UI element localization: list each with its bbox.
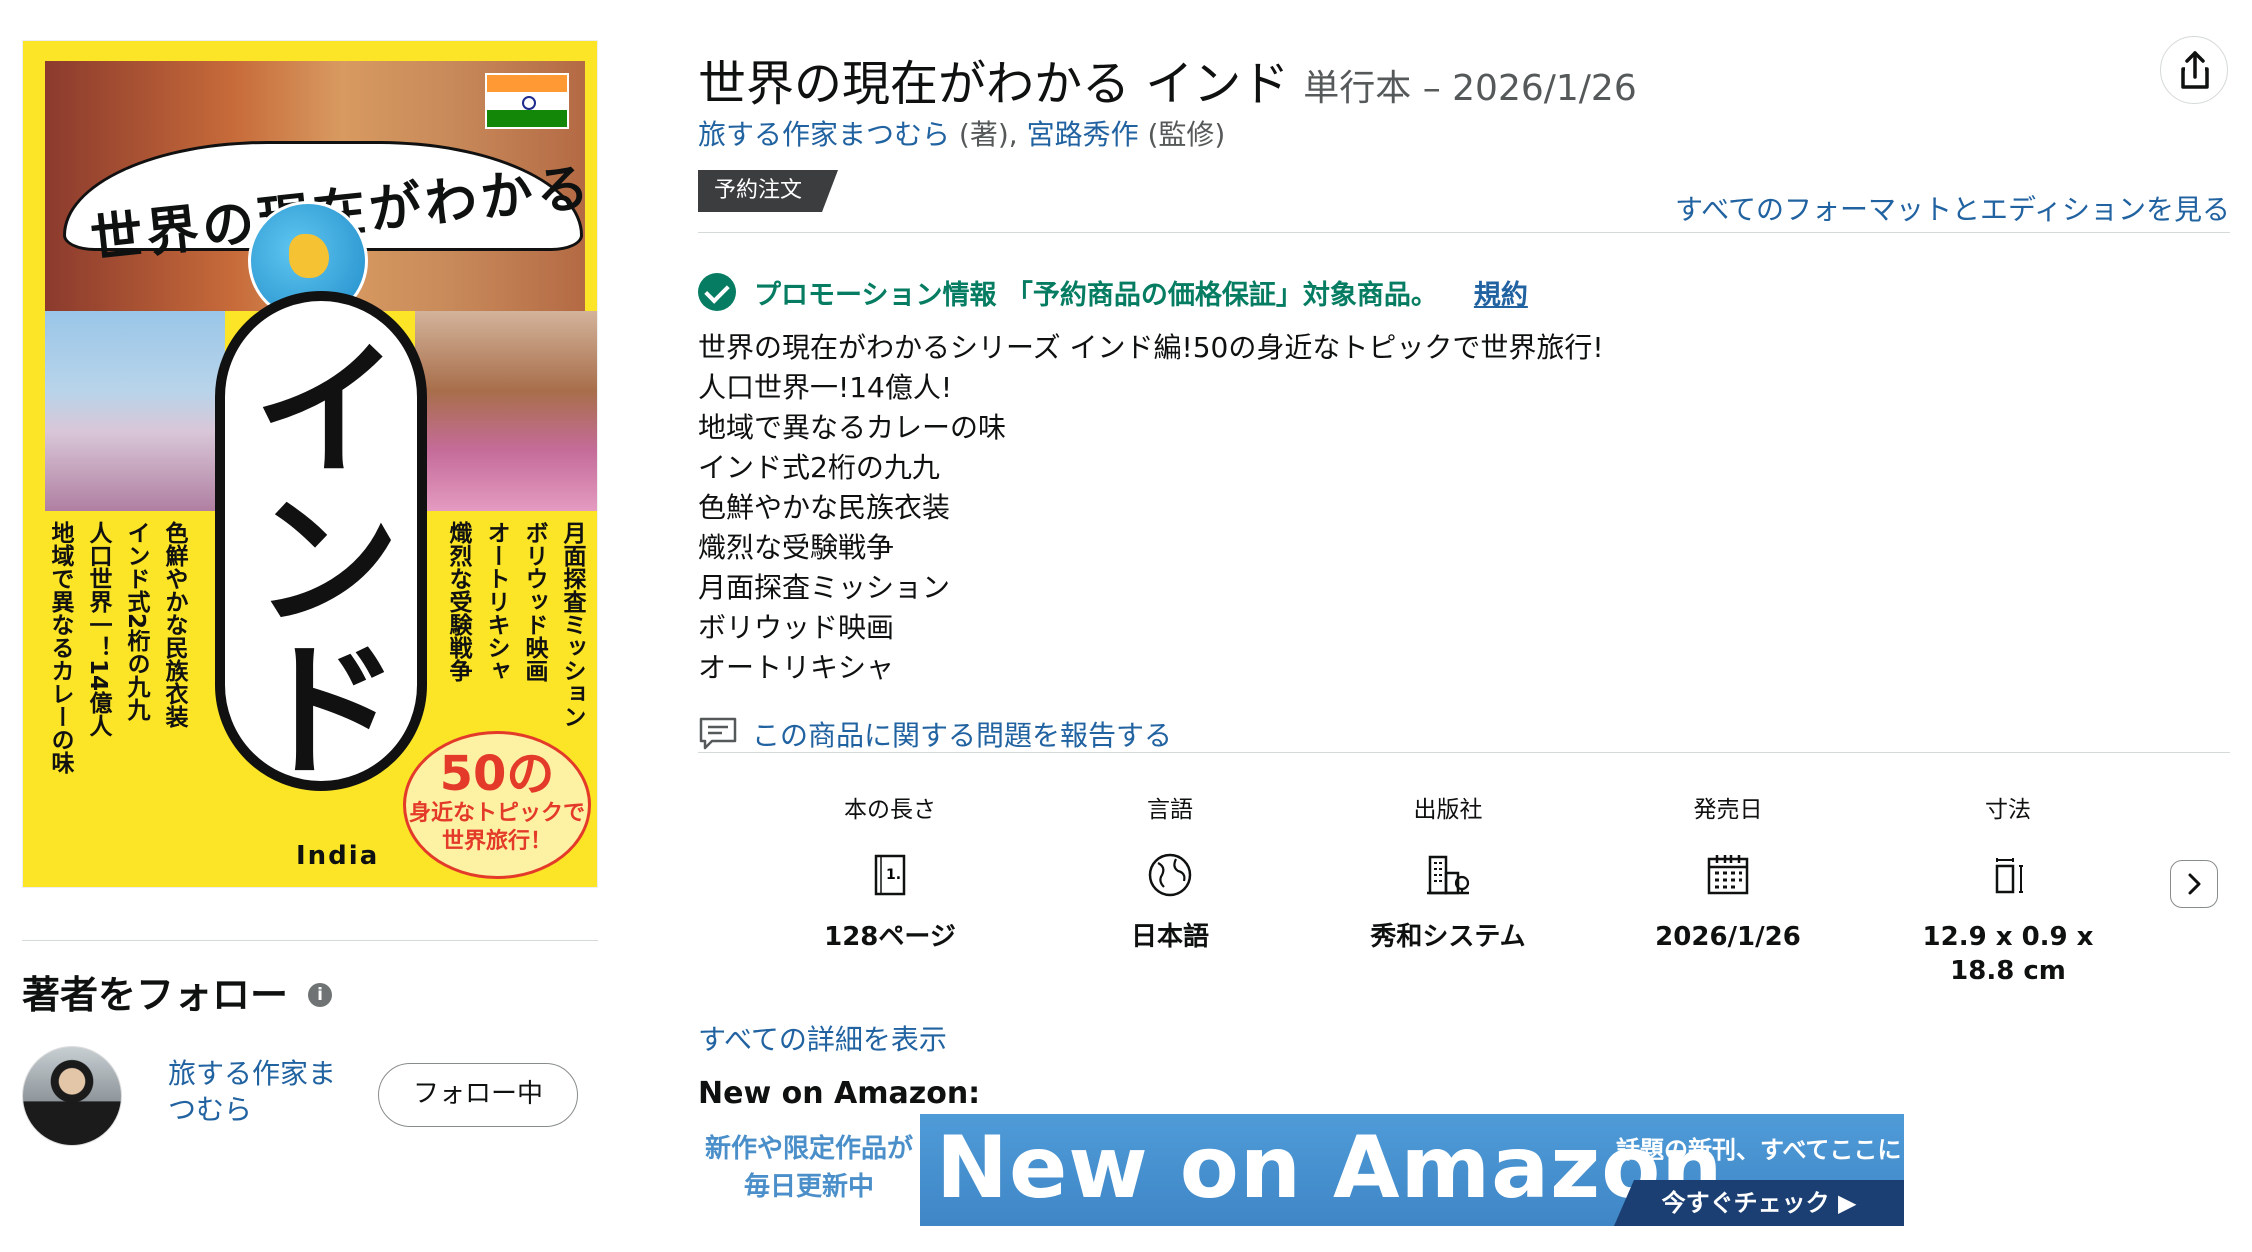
building-icon — [1427, 855, 1470, 895]
spec-dimensions[interactable]: 寸法 12.9 x 0.9 x 18.8 cm — [1908, 790, 2108, 988]
spec-publisher[interactable]: 出版社 秀和システム — [1348, 790, 1548, 954]
author-role-2: (監修) — [1138, 118, 1226, 151]
promotion-row: プロモーション情報 「予約商品の価格保証」対象商品。 規約 — [698, 272, 1528, 312]
description-line: ボリウッド映画 — [698, 611, 895, 644]
product-specs-carousel: 本の長さ 1. 128ページ 言語 日本語 出版社 秀和システム 発売日 202… — [790, 790, 2190, 1010]
author-name-link[interactable]: 旅する作家まつむら — [168, 1056, 348, 1128]
promotion-text: プロモーション情報 「予約商品の価格保証」対象商品。 — [754, 279, 1438, 311]
share-button[interactable] — [2160, 36, 2228, 104]
cover-topics-left: 色鮮やかな民族衣装 インド式2桁の九九 人口世界一！14億人 地域で異なるカレー… — [47, 521, 187, 774]
promotion-terms-link[interactable]: 規約 — [1474, 273, 1528, 312]
description-line: 人口世界一!14億人! — [698, 371, 953, 404]
banner-left-text: 新作や限定作品が 毎日更新中 — [698, 1114, 920, 1226]
description-line: インド式2桁の九九 — [698, 451, 940, 484]
description-line: 世界の現在がわかるシリーズ インド編!50の身近なトピックで世界旅行! — [698, 331, 1604, 364]
page-count-icon: 1. — [874, 854, 906, 896]
banner-main: New on Amazon 話題の新刊、すべてここに 今すぐチェック ▶ — [920, 1114, 1904, 1226]
info-icon[interactable]: i — [308, 983, 332, 1007]
author-link-1[interactable]: 旅する作家まつむら — [698, 118, 950, 151]
description-line: 熾烈な受験戦争 — [698, 531, 895, 564]
check-circle-icon — [698, 273, 736, 311]
book-cover-image[interactable]: 世界の現在がわかる インド 色鮮やかな民族衣装 インド式2桁の九九 人口世界一！… — [22, 40, 598, 888]
product-title: 世界の現在がわかる インド — [698, 56, 1290, 112]
show-all-details-link[interactable]: すべての詳細を表示 — [698, 1018, 947, 1058]
dimensions-icon — [1995, 858, 2023, 894]
new-on-amazon-heading: New on Amazon: — [698, 1076, 981, 1111]
divider — [698, 232, 2230, 233]
description-line: 地域で異なるカレーの味 — [698, 411, 1007, 444]
author-link-2[interactable]: 宮路秀作 — [1027, 118, 1139, 151]
author-role-1: (著), — [950, 118, 1027, 151]
spec-language[interactable]: 言語 日本語 — [1070, 790, 1270, 954]
cover-india-label: India — [296, 841, 380, 871]
spec-page-count[interactable]: 本の長さ 1. 128ページ — [790, 790, 990, 954]
cover-photo-girls — [415, 311, 597, 511]
feedback-icon — [699, 717, 737, 750]
specs-next-button[interactable] — [2170, 860, 2218, 908]
follow-button[interactable]: フォロー中 — [378, 1063, 578, 1127]
share-icon — [2181, 51, 2209, 89]
byline: 旅する作家まつむら (著), 宮路秀作 (監修) — [698, 113, 1225, 153]
product-title-row: 世界の現在がわかる インド 単行本 – 2026/1/26 — [698, 44, 1637, 114]
description-line: オートリキシャ — [698, 651, 895, 684]
banner-title: New on Amazon — [936, 1118, 1724, 1218]
spec-release-date[interactable]: 発売日 2026/1/26 — [1628, 790, 1828, 954]
cover-photo-ganesha — [45, 311, 225, 511]
cover-big-title: インド — [226, 331, 400, 781]
divider — [22, 940, 598, 941]
product-description: 世界の現在がわかるシリーズ インド編!50の身近なトピックで世界旅行! 人口世界… — [698, 328, 1604, 688]
new-on-amazon-banner[interactable]: 新作や限定作品が 毎日更新中 New on Amazon 話題の新刊、すべてここ… — [698, 1114, 1904, 1226]
globe-icon — [1148, 853, 1192, 897]
preorder-badge: 予約注文 — [698, 170, 838, 212]
description-line: 色鮮やかな民族衣装 — [698, 491, 951, 524]
product-format-date: 単行本 – 2026/1/26 — [1303, 68, 1637, 109]
follow-author-heading: 著者をフォロー — [22, 973, 289, 1017]
chevron-right-icon — [2188, 873, 2201, 895]
description-line: 月面探査ミッション — [698, 571, 951, 604]
banner-cta[interactable]: 今すぐチェック ▶ — [1614, 1180, 1904, 1226]
calendar-icon — [1707, 855, 1749, 895]
author-avatar[interactable] — [22, 1046, 122, 1146]
report-issue-link[interactable]: この商品に関する問題を報告する — [752, 714, 1172, 754]
svg-text:1.: 1. — [886, 867, 901, 883]
divider — [698, 752, 2230, 753]
cover-50-topics-badge: 50の 身近なトピックで 世界旅行！ — [403, 731, 591, 879]
all-formats-link[interactable]: すべてのフォーマットとエディションを見る — [1675, 188, 2230, 228]
banner-tagline: 話題の新刊、すべてここに — [1616, 1136, 1902, 1164]
report-issue-row[interactable]: この商品に関する問題を報告する — [698, 714, 1172, 754]
